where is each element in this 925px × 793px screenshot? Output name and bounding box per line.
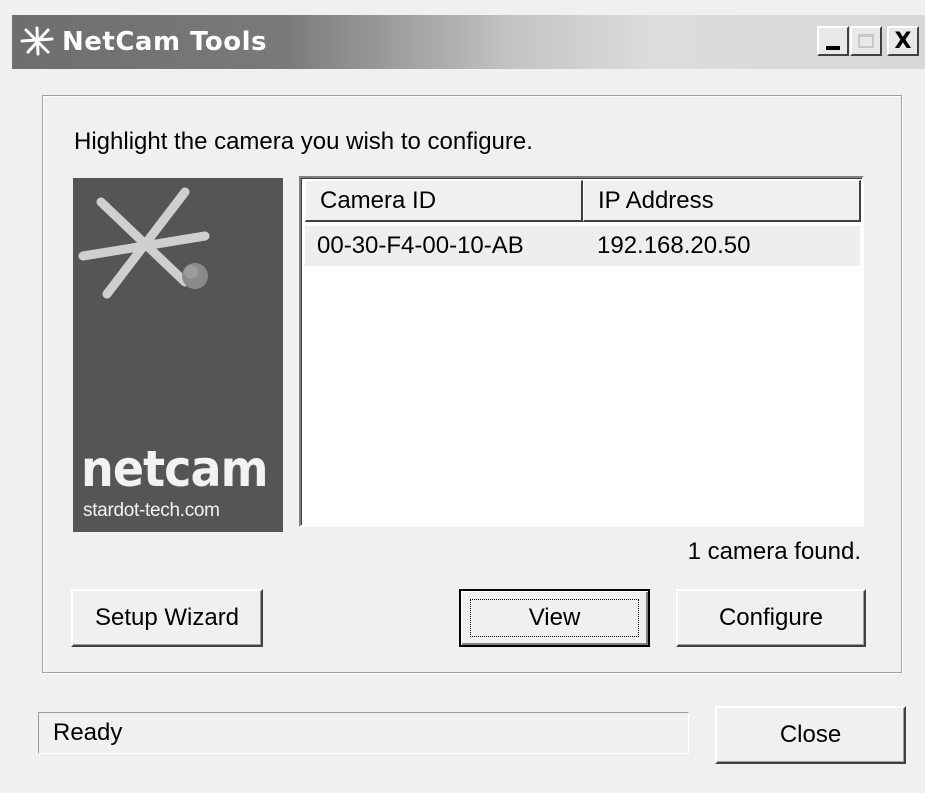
netcam-app-icon bbox=[20, 26, 54, 56]
camera-row[interactable]: 00-30-F4-00-10-AB 192.168.20.50 bbox=[305, 226, 860, 266]
column-header-camera-id[interactable]: Camera ID bbox=[305, 180, 583, 222]
netcam-logo: netcam stardot-tech.com bbox=[73, 178, 283, 532]
ip-address-cell: 192.168.20.50 bbox=[597, 232, 751, 259]
close-icon: X bbox=[894, 28, 912, 54]
netcam-tools-window: NetCam Tools X Highlight the camera you … bbox=[0, 0, 925, 793]
maximize-button bbox=[850, 26, 882, 56]
instruction-text: Highlight the camera you wish to configu… bbox=[74, 128, 533, 155]
status-bar: Ready bbox=[38, 712, 689, 754]
title-bar[interactable]: NetCam Tools X bbox=[12, 15, 925, 69]
window-title: NetCam Tools bbox=[62, 27, 267, 57]
setup-wizard-button[interactable]: Setup Wizard bbox=[71, 589, 263, 647]
netcam-star-icon bbox=[78, 187, 210, 299]
close-button[interactable]: Close bbox=[715, 706, 906, 764]
logo-url: stardot-tech.com bbox=[83, 500, 220, 521]
minimize-icon bbox=[826, 46, 840, 50]
view-button[interactable]: View bbox=[459, 589, 650, 647]
camera-list[interactable]: Camera ID IP Address 00-30-F4-00-10-AB 1… bbox=[299, 176, 864, 527]
column-header-ip-address[interactable]: IP Address bbox=[583, 180, 861, 222]
camera-id-cell: 00-30-F4-00-10-AB bbox=[317, 232, 524, 259]
logo-wordmark: netcam bbox=[81, 440, 269, 498]
focus-rectangle bbox=[470, 599, 639, 637]
configure-button[interactable]: Configure bbox=[676, 589, 866, 647]
maximize-icon bbox=[858, 34, 874, 48]
minimize-button[interactable] bbox=[817, 26, 849, 56]
close-window-button[interactable]: X bbox=[887, 26, 919, 56]
cameras-found-count: 1 camera found. bbox=[687, 538, 861, 565]
camera-list-header: Camera ID IP Address bbox=[305, 180, 861, 222]
